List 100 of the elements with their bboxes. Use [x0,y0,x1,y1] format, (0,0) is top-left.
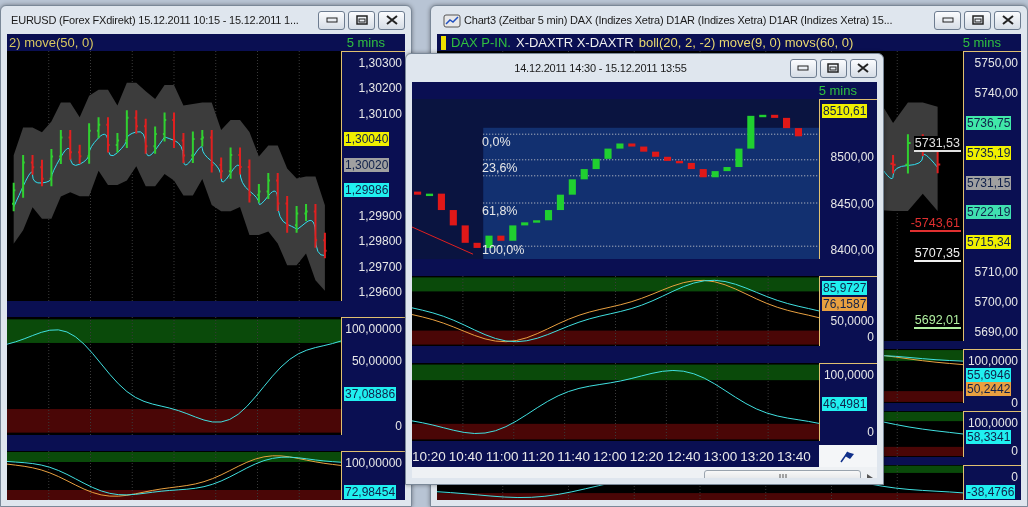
marker-icon [441,35,446,50]
axis-label: 5690,00 [974,324,1018,339]
candle [437,193,445,211]
restore-button[interactable] [348,10,375,30]
candle [509,225,517,241]
candle [794,128,802,137]
price-line-label: 5731,53 [913,136,961,152]
axis-label: 50,00000 [351,354,402,369]
interval-label: 5 mins [818,83,857,98]
candle [414,191,422,195]
close-icon [1001,15,1014,25]
close-icon [857,63,870,73]
candle [735,148,743,168]
minimize-button[interactable] [934,10,961,30]
time-axis-label: 10:20 [412,448,446,464]
flag-icon [839,449,857,463]
candle [449,210,457,226]
value-badge: 5715,34 [966,235,1012,250]
axis-label: 0 [867,425,874,439]
axis-label: 0 [867,330,874,344]
candle [497,235,505,241]
value-badge: 55,6946 [966,368,1012,382]
candle [568,179,576,195]
axis-label: 5710,00 [974,265,1018,280]
candle [473,242,481,248]
value-badge: 5731,15 [966,175,1012,190]
candle [663,156,672,161]
price-line-label: 5707,35 [913,246,961,262]
axis-label: 1,29600 [358,284,402,299]
indicator-label: X-DAXTR X-DAXTR [515,35,634,50]
candle [723,167,731,172]
candle [544,210,553,221]
restore-icon [971,15,984,25]
indicator-label: DAX P-IN. [451,35,511,50]
candle [711,171,719,178]
minimize-button[interactable] [790,58,817,78]
axis-label: 100,0000 [967,416,1018,430]
time-axis-label: 10:40 [448,448,483,464]
close-button[interactable] [378,10,405,30]
axis-label: 100,00000 [345,456,402,470]
time-axis-label: 11:40 [557,448,590,464]
window-title: Chart3 (Zeitbar 5 min) DAX (Indizes Xetra) D1AR (Indizes Xetra) D1AR (Indizes Xetra) 15... [464,14,894,26]
axis-label: 0 [1011,444,1018,458]
candle [461,225,469,243]
axis-label: 50,0000 [830,313,874,328]
candle [580,169,588,180]
restore-icon [827,63,840,73]
value-badge: 50,2442 [966,382,1012,396]
axis-label: 5700,00 [974,295,1018,309]
time-axis-label: 13:20 [740,448,775,464]
flag-button[interactable] [819,445,877,467]
fib-level-label: 0,0% [482,135,511,149]
axis-label: 100,0000 [967,354,1018,368]
minimize-icon [797,65,810,71]
close-icon [385,15,398,25]
candle [675,160,683,164]
value-badge: 1,30040 [344,132,390,147]
interval-label: 5 mins [346,35,385,50]
minimize-icon [325,17,338,23]
axis-label: 8500,00 [830,150,874,165]
candle [771,114,779,118]
close-button[interactable] [850,58,877,78]
candle [425,193,434,197]
close-button[interactable] [994,10,1021,30]
price-line-label: -5743,61 [909,216,961,232]
time-axis-label: 13:00 [703,448,738,464]
value-badge: 5735,19 [966,145,1012,160]
time-axis-label: 12:40 [666,448,701,464]
axis-label: 1,29800 [358,234,402,249]
candle [628,143,636,147]
candle [556,194,564,211]
candle [687,162,695,170]
candle [533,220,541,223]
fib-level-label: 23,6% [482,161,518,175]
value-badge: 46,4981 [822,396,868,411]
axis-label: 1,29700 [358,259,402,274]
axis-label: 100,00000 [345,322,402,336]
candle [521,222,529,226]
window-title: 14.12.2011 14:30 - 15.12.2011 13:55 [514,62,688,74]
minimize-button[interactable] [318,10,345,30]
value-badge: 76,1587 [822,297,868,312]
candle [604,148,612,159]
value-badge: 72,98454 [344,485,397,499]
value-badge: 58,3341 [966,430,1012,444]
axis-label: 8450,00 [830,196,874,211]
axis-label: 1,30200 [358,81,402,96]
candle [783,117,791,129]
indicator-label: boll(20, 2, -2) move(9, 0) movs(60, 0) [638,35,854,50]
value-badge: 1,30020 [344,157,390,172]
axis-label: 1,29900 [358,208,402,223]
time-axis-label: 13:40 [777,448,811,464]
value-badge: 85,9727 [822,281,868,295]
time-axis-label: 11:20 [521,448,555,464]
value-badge: -38,4766 [966,485,1016,499]
restore-button[interactable] [820,58,847,78]
restore-icon [355,15,368,25]
restore-button[interactable] [964,10,991,30]
time-axis-label: 12:20 [629,448,664,464]
candle [652,151,660,157]
axis-label: 5750,00 [974,56,1018,70]
